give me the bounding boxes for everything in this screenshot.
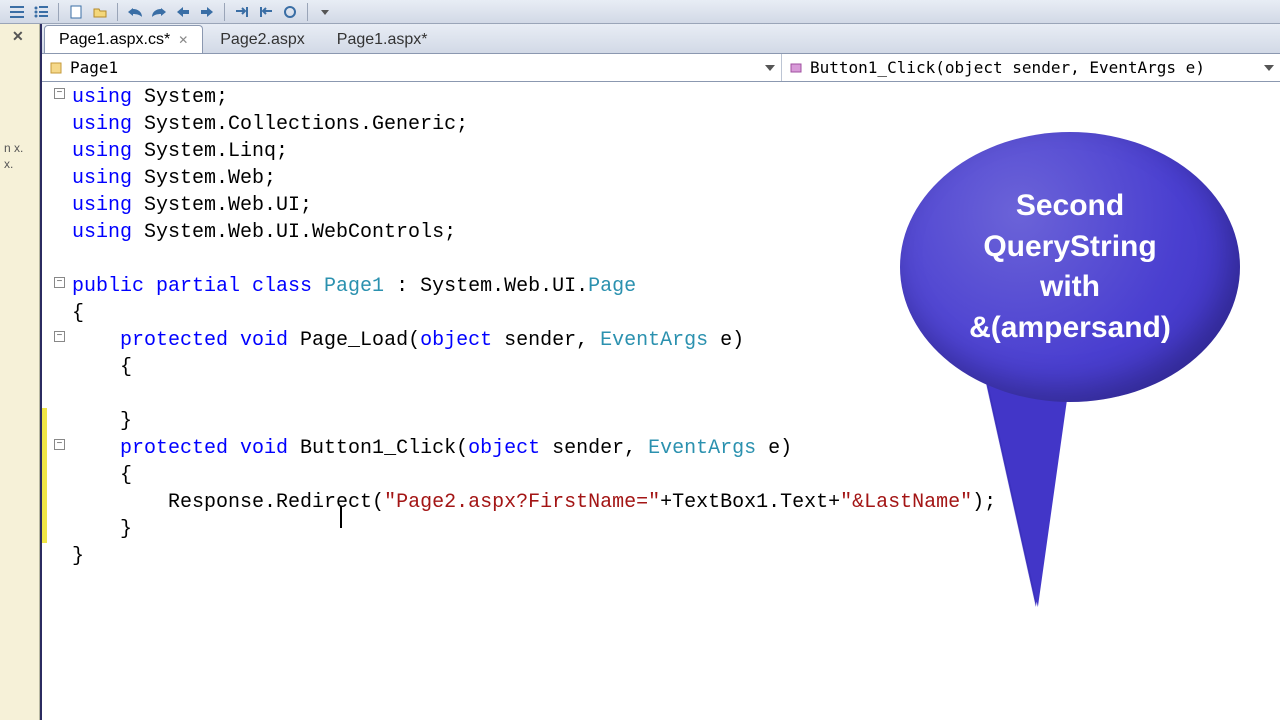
fold-toggle[interactable] <box>54 88 65 99</box>
text-caret <box>340 506 342 528</box>
chevron-down-icon <box>1264 65 1274 71</box>
fold-toggle[interactable] <box>54 439 65 450</box>
sep <box>224 3 225 21</box>
fold-toggle[interactable] <box>54 277 65 288</box>
code-text[interactable]: using System; using System.Collections.G… <box>72 82 1280 720</box>
class-dropdown-label: Page1 <box>70 58 118 77</box>
btn-dropdown[interactable] <box>314 2 336 22</box>
btn-step-b[interactable] <box>255 2 277 22</box>
left-pane: ✕ n x. x. <box>0 24 40 720</box>
btn-step-c[interactable] <box>279 2 301 22</box>
btn-open[interactable] <box>89 2 111 22</box>
outline-gutter <box>50 82 72 720</box>
btn-menu-lines[interactable] <box>6 2 28 22</box>
btn-fwd[interactable] <box>196 2 218 22</box>
tab-page1-aspx[interactable]: Page1.aspx* <box>322 25 443 53</box>
filetab-row: Page1.aspx.cs* ✕ Page2.aspx Page1.aspx* <box>42 24 1280 54</box>
chevron-down-icon <box>765 65 775 71</box>
sep <box>307 3 308 21</box>
btn-list[interactable] <box>30 2 52 22</box>
member-dropdown[interactable]: Button1_Click(object sender, EventArgs e… <box>782 54 1280 81</box>
dropdown-row: Page1 Button1_Click(object sender, Event… <box>42 54 1280 82</box>
left-pane-text: n x. x. <box>4 140 35 172</box>
btn-undo[interactable] <box>124 2 146 22</box>
btn-back[interactable] <box>172 2 194 22</box>
method-icon <box>788 60 804 76</box>
btn-new[interactable] <box>65 2 87 22</box>
mod-marker <box>42 408 47 543</box>
btn-redo[interactable] <box>148 2 170 22</box>
toolbar <box>0 0 1280 24</box>
modification-bar <box>42 82 50 720</box>
tab-label: Page1.aspx* <box>337 31 428 49</box>
tab-label: Page2.aspx <box>220 31 305 49</box>
tab-page1-cs[interactable]: Page1.aspx.cs* ✕ <box>44 25 203 53</box>
fold-toggle[interactable] <box>54 331 65 342</box>
tab-page2-aspx[interactable]: Page2.aspx <box>205 25 320 53</box>
class-icon <box>48 60 64 76</box>
close-icon[interactable]: ✕ <box>12 28 24 45</box>
btn-step-a[interactable] <box>231 2 253 22</box>
member-dropdown-label: Button1_Click(object sender, EventArgs e… <box>810 58 1205 77</box>
class-dropdown[interactable]: Page1 <box>42 54 782 81</box>
tab-label: Page1.aspx.cs* <box>59 31 170 49</box>
sep <box>58 3 59 21</box>
editor-area: Page1.aspx.cs* ✕ Page2.aspx Page1.aspx* … <box>40 24 1280 720</box>
close-icon[interactable]: ✕ <box>178 33 188 47</box>
sep <box>117 3 118 21</box>
code-editor[interactable]: using System; using System.Collections.G… <box>42 82 1280 720</box>
